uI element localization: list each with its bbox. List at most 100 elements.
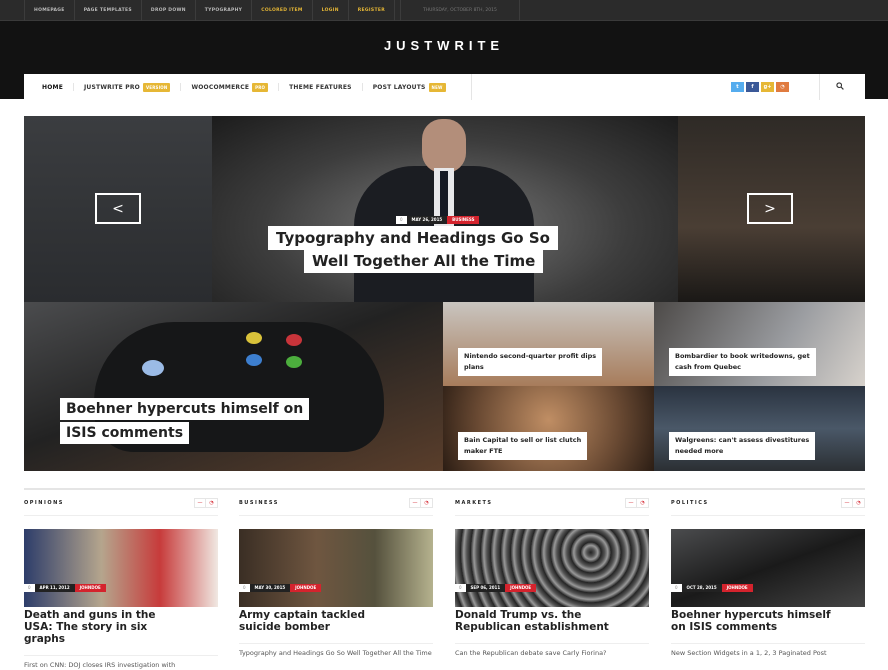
current-date: THURSDAY, OCTOBER 8TH, 2015: [399, 0, 520, 21]
rss-icon[interactable]: ◔: [853, 499, 864, 507]
rss-icon[interactable]: ◔: [421, 499, 432, 507]
feature-tile-small[interactable]: Walgreens: can't assess divestitures need…: [654, 386, 865, 471]
rss-icon[interactable]: ◔: [206, 499, 217, 507]
comment-count[interactable]: 0: [671, 584, 682, 592]
feature-tile-small[interactable]: Bain Capital to sell or list clutch maker…: [443, 386, 654, 471]
post-date: SEP 06, 2011: [465, 584, 506, 592]
nav-label: THEME FEATURES: [289, 83, 352, 91]
hero-title-line1[interactable]: Typography and Headings Go So: [268, 226, 558, 250]
tile-title[interactable]: Bain Capital to sell or list clutch maker…: [458, 432, 588, 460]
post-title[interactable]: Boehner hypercuts himself on ISIS commen…: [671, 609, 831, 633]
hero-figure-head: [422, 119, 466, 173]
tile-title-line: Bain Capital to sell or list clutch: [464, 436, 582, 444]
slider-prev-button[interactable]: <: [95, 193, 141, 224]
search-icon[interactable]: [836, 82, 846, 92]
tile-title-line: Nintendo second-quarter profit dips: [464, 352, 597, 360]
feature-tile-small[interactable]: Nintendo second-quarter profit dips plans: [443, 302, 654, 386]
comment-count[interactable]: 0: [24, 584, 35, 592]
hero-slider[interactable]: < > 0 MAY 26, 2015 BUSINESS Typography a…: [24, 116, 865, 302]
post-title[interactable]: Army captain tackled suicide bomber: [239, 609, 399, 633]
divider: [24, 655, 218, 656]
feature-title-line1[interactable]: Boehner hypercuts himself on: [60, 398, 310, 420]
nav-badge: VERSION: [143, 82, 171, 92]
section-controls: — ◔: [194, 497, 218, 508]
hero-meta: 0 MAY 26, 2015 BUSINESS: [396, 216, 480, 224]
tile-title[interactable]: Bombardier to book writedowns, get cash f…: [669, 348, 816, 376]
comment-count[interactable]: 0: [396, 216, 407, 224]
search-divider: [819, 74, 820, 100]
chevron-left-icon: <: [112, 200, 124, 217]
post-meta: 0 SEP 06, 2011 JOHNDOE: [455, 584, 537, 592]
feature-title-line2[interactable]: ISIS comments: [60, 422, 190, 444]
post-thumbnail[interactable]: 0 APR 11, 2012 JOHNDOE: [24, 529, 218, 607]
section-controls: — ◔: [625, 497, 649, 508]
post-date: OCT 28, 2015: [681, 584, 722, 592]
post-title[interactable]: Donald Trump vs. the Republican establis…: [455, 609, 615, 633]
minimize-icon[interactable]: —: [195, 498, 206, 507]
minimize-icon[interactable]: —: [842, 498, 853, 507]
post-thumbnail[interactable]: 0 MAY 30, 2015 JOHNDOE: [239, 529, 433, 607]
top-link-homepage[interactable]: Homepage: [25, 0, 75, 21]
nav-item-home[interactable]: HOME: [24, 83, 74, 91]
post-meta: 0 OCT 28, 2015 JOHNDOE: [671, 584, 753, 592]
slider-next-button[interactable]: >: [747, 193, 793, 224]
tile-title-line: Bombardier to book writedowns, get: [675, 352, 810, 360]
section-widgets: OPINIONS — ◔ 0 APR 11, 2012 JOHNDOE Death a…: [24, 488, 865, 670]
rss-icon[interactable]: ◔: [776, 82, 789, 92]
facebook-icon[interactable]: f: [746, 82, 759, 92]
related-post-link[interactable]: Typography and Headings Go So Well Toget…: [239, 649, 433, 658]
related-post-link[interactable]: First on CNN: DOJ closes IRS investigati…: [24, 661, 218, 670]
tile-title[interactable]: Nintendo second-quarter profit dips plans: [458, 348, 603, 376]
top-links: Homepage Page Templates Drop Down Typogr…: [24, 0, 520, 21]
top-link-page-templates[interactable]: Page Templates: [75, 0, 142, 21]
site-logo[interactable]: JUSTWRITE: [0, 38, 888, 53]
top-link-colored-item[interactable]: Colored Item: [252, 0, 313, 21]
minimize-icon[interactable]: —: [626, 498, 637, 507]
post-date: MAY 26, 2015: [406, 216, 448, 224]
tile-title-line: needed more: [675, 447, 724, 455]
author-badge[interactable]: JOHNDOE: [290, 584, 322, 592]
nav-item-woocommerce[interactable]: WOOCOMMERCE PRO: [181, 82, 280, 92]
post-date: MAY 30, 2015: [249, 584, 291, 592]
top-link-drop-down[interactable]: Drop Down: [142, 0, 196, 21]
nav-badge: PRO: [252, 82, 269, 92]
tile-title-line: Walgreens: can't assess divestitures: [675, 436, 810, 444]
section-title: OPINIONS: [24, 499, 64, 506]
feature-tile-small[interactable]: Bombardier to book writedowns, get cash f…: [654, 302, 865, 386]
comment-count[interactable]: 0: [455, 584, 466, 592]
divider: [671, 643, 865, 644]
divider: [239, 643, 433, 644]
nav-item-post-layouts[interactable]: POST LAYOUTS NEW: [363, 82, 456, 92]
tile-title[interactable]: Walgreens: can't assess divestitures need…: [669, 432, 816, 460]
section-controls: — ◔: [409, 497, 433, 508]
xbox-logo-graphic: [142, 360, 164, 376]
nav-item-justwrite-pro[interactable]: JUSTWRITE PRO VERSION: [74, 82, 182, 92]
nav-item-theme-features[interactable]: THEME FEATURES: [279, 83, 363, 91]
nav-divider: [471, 74, 472, 100]
top-bar: Homepage Page Templates Drop Down Typogr…: [0, 0, 888, 21]
author-badge[interactable]: JOHNDOE: [74, 584, 106, 592]
twitter-icon[interactable]: t: [731, 82, 744, 92]
feature-tile-large[interactable]: Boehner hypercuts himself on ISIS commen…: [24, 302, 443, 471]
related-post-link[interactable]: New Section Widgets in a 1, 2, 3 Paginat…: [671, 649, 865, 658]
nav-label: WOOCOMMERCE: [191, 83, 250, 91]
tile-title-line: maker FTE: [464, 447, 503, 455]
nav-label: HOME: [42, 83, 63, 91]
post-thumbnail[interactable]: 0 OCT 28, 2015 JOHNDOE: [671, 529, 865, 607]
nav-badge: NEW: [428, 82, 446, 92]
minimize-icon[interactable]: —: [410, 498, 421, 507]
top-link-typography[interactable]: Typography: [196, 0, 253, 21]
post-meta: 0 MAY 30, 2015 JOHNDOE: [239, 584, 322, 592]
top-link-register[interactable]: Register: [349, 0, 395, 21]
rss-icon[interactable]: ◔: [637, 499, 648, 507]
google-plus-icon[interactable]: g+: [761, 82, 774, 92]
comment-count[interactable]: 0: [239, 584, 250, 592]
author-badge[interactable]: JOHNDOE: [505, 584, 537, 592]
top-link-login[interactable]: Login: [313, 0, 349, 21]
post-title[interactable]: Death and guns in the USA: The story in …: [24, 609, 184, 645]
category-badge[interactable]: BUSINESS: [447, 216, 480, 224]
hero-title-line2[interactable]: Well Together All the Time: [304, 249, 544, 273]
related-post-link[interactable]: Can the Republican debate save Carly Fio…: [455, 649, 649, 658]
author-badge[interactable]: JOHNDOE: [721, 584, 753, 592]
post-thumbnail[interactable]: 0 SEP 06, 2011 JOHNDOE: [455, 529, 649, 607]
